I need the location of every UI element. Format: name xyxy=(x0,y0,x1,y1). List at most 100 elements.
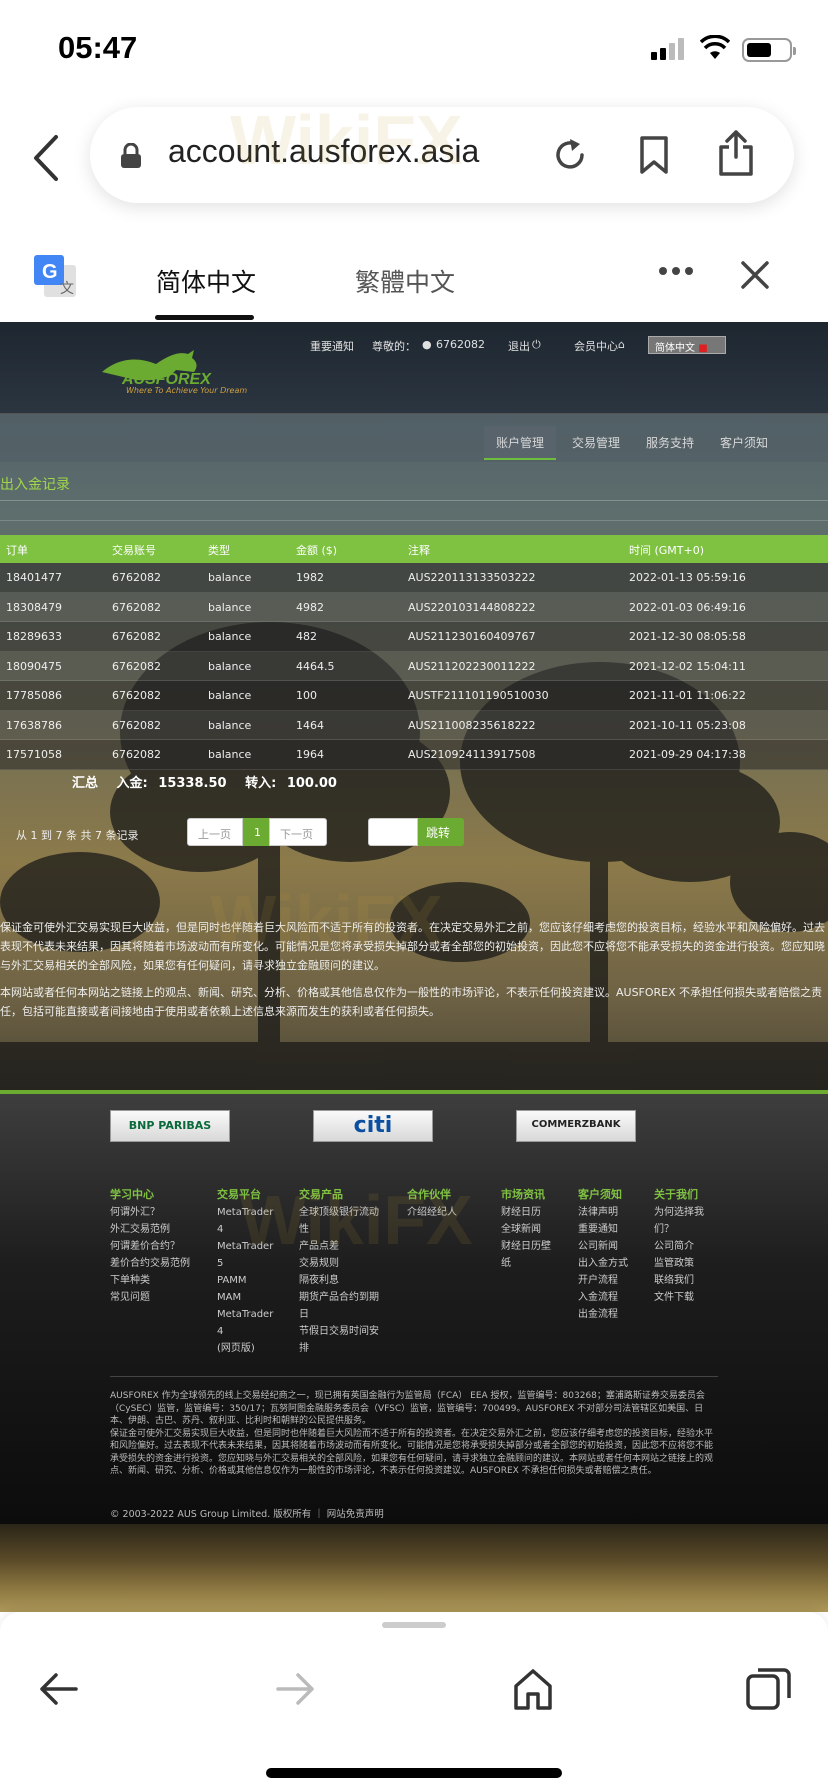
footer-column-title[interactable]: 合作伙伴 xyxy=(407,1186,457,1203)
disclaimer-paragraph: 本网站或者任何本网站之链接上的观点、新闻、研究、分析、价格或其他信息仅作为一般性… xyxy=(0,986,823,1018)
table-cell: balance xyxy=(208,689,252,702)
footer-link[interactable]: 纸 xyxy=(501,1255,551,1272)
language-select[interactable]: 简体中文 ■ xyxy=(648,336,726,354)
footer-column-title[interactable]: 交易平台 xyxy=(217,1186,273,1203)
footer-link[interactable]: 财经日历壁 xyxy=(501,1238,551,1255)
footer-link[interactable]: 节假日交易时间安 xyxy=(299,1323,379,1340)
footer-link[interactable]: 们？ xyxy=(654,1221,704,1238)
footer-column-title[interactable]: 关于我们 xyxy=(654,1186,704,1203)
bookmark-icon[interactable] xyxy=(638,135,670,175)
footer-link[interactable]: MetaTrader xyxy=(217,1306,273,1323)
member-center-link[interactable]: 会员中心 xyxy=(574,338,618,354)
nav-back-icon[interactable] xyxy=(34,1664,84,1714)
footer-link[interactable]: (网页版) xyxy=(217,1340,273,1357)
home-icon[interactable] xyxy=(508,1664,558,1714)
site-subnav: 账户管理 交易管理 服务支持 客户须知 xyxy=(0,414,828,462)
footer-link[interactable]: MetaTrader xyxy=(217,1238,273,1255)
footer-link[interactable]: 开户流程 xyxy=(578,1272,628,1289)
close-icon[interactable] xyxy=(741,261,769,289)
important-notice-link[interactable]: 重要通知 xyxy=(310,338,354,354)
footer-link[interactable]: 期货产品合约到期 xyxy=(299,1289,379,1306)
footer-link[interactable]: 何谓差价合约？ xyxy=(110,1238,190,1255)
back-icon[interactable] xyxy=(28,133,62,183)
footer-link[interactable]: 4 xyxy=(217,1323,273,1340)
address-bar[interactable]: account.ausforex.asia xyxy=(90,107,794,203)
url-text[interactable]: account.ausforex.asia xyxy=(168,133,479,170)
footer-link[interactable]: 联络我们 xyxy=(654,1272,704,1289)
table-cell: 2022-01-03 06:49:16 xyxy=(629,600,746,614)
footer-link[interactable]: 法律声明 xyxy=(578,1204,628,1221)
subnav-account-management[interactable]: 账户管理 xyxy=(484,426,557,460)
share-icon[interactable] xyxy=(716,129,756,177)
table-cell: 18401477 xyxy=(6,571,62,584)
footer-link[interactable]: 何谓外汇？ xyxy=(110,1204,190,1221)
page-1-button[interactable]: 1 xyxy=(243,818,269,846)
footer-link[interactable]: 5 xyxy=(217,1255,273,1272)
table-cell: 4464.5 xyxy=(296,659,335,673)
reload-icon[interactable] xyxy=(550,135,590,175)
footer-link[interactable]: 差价合约交易范例 xyxy=(110,1255,190,1272)
legal-paragraph: AUSFOREX 作为全球领先的线上交易经纪商之一，现已拥有英国金融行为监管局（… xyxy=(110,1391,705,1426)
grab-handle[interactable] xyxy=(382,1622,446,1628)
footer-link[interactable]: 全球新闻 xyxy=(501,1221,551,1238)
page-jump-button[interactable]: 跳转 xyxy=(418,818,464,846)
pagination-info: 从 1 到 7 条 共 7 条记录 xyxy=(16,829,139,842)
footer-link[interactable]: 日 xyxy=(299,1306,379,1323)
page-jump-input[interactable] xyxy=(368,818,418,846)
disclaimer-paragraph: 保证金可使外汇交易实现巨大收益，但是同时也伴随着巨大风险而不适于所有的投资者。在… xyxy=(0,921,825,972)
footer-link[interactable]: 产品点差 xyxy=(299,1238,379,1255)
table-row: 18289633 6762082 balance 482 AUS211230160409… xyxy=(0,622,828,652)
table-cell: balance xyxy=(208,571,252,584)
next-page-button[interactable]: 下一页 xyxy=(269,818,327,846)
footer-link[interactable]: 交易规则 xyxy=(299,1255,379,1272)
footer-link[interactable]: 公司新闻 xyxy=(578,1238,628,1255)
table-cell: 1464 xyxy=(296,718,324,732)
more-icon[interactable] xyxy=(658,265,694,277)
footer-column-title[interactable]: 客户须知 xyxy=(578,1186,628,1203)
transfer-total: 100.00 xyxy=(286,776,337,791)
footer-link[interactable]: MAM xyxy=(217,1289,273,1306)
table-cell: AUSTF211101190510030 xyxy=(408,689,549,702)
footer-link[interactable]: 财经日历 xyxy=(501,1204,551,1221)
footer-link[interactable]: 重要通知 xyxy=(578,1221,628,1238)
footer-link[interactable]: 出金流程 xyxy=(578,1306,628,1323)
tab-simplified-chinese[interactable]: 简体中文 xyxy=(156,263,256,299)
footer-link[interactable]: 排 xyxy=(299,1340,379,1357)
footer-column-title[interactable]: 交易产品 xyxy=(299,1186,379,1203)
prev-page-button[interactable]: 上一页 xyxy=(187,818,243,846)
subnav-client-notice[interactable]: 客户须知 xyxy=(708,426,780,460)
subnav-service-support[interactable]: 服务支持 xyxy=(634,426,706,460)
footer-link[interactable]: 外汇交易范例 xyxy=(110,1221,190,1238)
google-translate-icon[interactable]: G 文 xyxy=(34,255,78,299)
footer-link[interactable]: PAMM xyxy=(217,1272,273,1289)
footer-column-title[interactable]: 市场资讯 xyxy=(501,1186,551,1203)
footer-link[interactable]: 为何选择我 xyxy=(654,1204,704,1221)
greeting-label: 尊敬的： xyxy=(372,340,416,353)
footer-link[interactable]: 全球顶级银行流动 xyxy=(299,1204,379,1221)
footer-link[interactable]: 文件下载 xyxy=(654,1289,704,1306)
logout-link[interactable]: 退出 xyxy=(508,338,530,354)
china-flag-icon: ■ xyxy=(698,343,708,354)
footer-link[interactable]: 下单种类 xyxy=(110,1272,190,1289)
footer-link[interactable]: 入金流程 xyxy=(578,1289,628,1306)
nav-forward-icon[interactable] xyxy=(270,1664,320,1714)
footer-link[interactable]: 公司简介 xyxy=(654,1238,704,1255)
table-cell: AUS220113133503222 xyxy=(408,571,536,584)
translate-bar: G 文 简体中文 繁體中文 xyxy=(0,225,828,323)
footer-link[interactable]: 4 xyxy=(217,1221,273,1238)
footer-column-title[interactable]: 学习中心 xyxy=(110,1186,190,1203)
tab-traditional-chinese[interactable]: 繁體中文 xyxy=(355,263,455,299)
footer-link[interactable]: 性 xyxy=(299,1221,379,1238)
footer-link[interactable]: 监管政策 xyxy=(654,1255,704,1272)
home-indicator[interactable] xyxy=(266,1768,562,1778)
footer-link[interactable]: 介绍经纪人 xyxy=(407,1204,457,1221)
risk-disclaimer: 保证金可使外汇交易实现巨大收益，但是同时也伴随着巨大风险而不适于所有的投资者。在… xyxy=(0,918,828,1029)
footer-link[interactable]: MetaTrader xyxy=(217,1204,273,1221)
footer-link[interactable]: 隔夜利息 xyxy=(299,1272,379,1289)
table-cell: balance xyxy=(208,718,252,732)
footer-link[interactable]: 出入金方式 xyxy=(578,1255,628,1272)
user-icon: ● xyxy=(422,338,432,351)
tabs-icon[interactable] xyxy=(744,1664,794,1714)
subnav-trade-management[interactable]: 交易管理 xyxy=(560,426,632,460)
footer-link[interactable]: 常见问题 xyxy=(110,1289,190,1306)
